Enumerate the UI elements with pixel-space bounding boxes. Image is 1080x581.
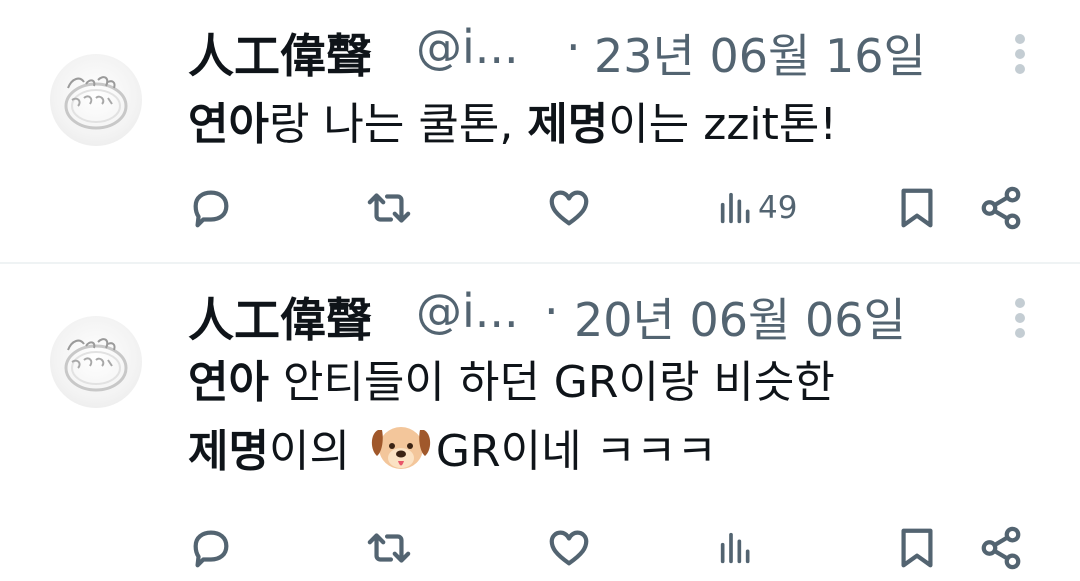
- text-segment: 랑 나는 쿨톤,: [268, 99, 528, 150]
- timestamp[interactable]: 20년 06월 06일: [574, 284, 906, 350]
- reply-button[interactable]: [188, 178, 234, 238]
- handle[interactable]: @i...: [416, 284, 519, 338]
- reply-icon: [193, 530, 229, 568]
- ring-photo-icon: [64, 76, 128, 130]
- text-bold: 연아: [188, 357, 269, 408]
- display-name[interactable]: 人工偉聲: [188, 20, 372, 86]
- tweet-text: 연아 안티들이 하던 GR이랑 비슷한 제명이의 GR이네 ㅋㅋㅋ: [188, 350, 835, 485]
- ring-photo-icon: [64, 338, 128, 392]
- separator-dot: ·: [566, 20, 581, 74]
- like-button[interactable]: [546, 518, 592, 578]
- avatar[interactable]: [50, 316, 142, 408]
- retweet-icon: [367, 193, 411, 223]
- separator-dot: ·: [544, 284, 559, 338]
- text-line: 제명이의 GR이네 ㅋㅋㅋ: [188, 416, 835, 485]
- more-icon[interactable]: [1007, 32, 1033, 78]
- avatar[interactable]: [50, 54, 142, 146]
- bookmark-icon: [901, 188, 933, 228]
- views-icon: [720, 192, 750, 224]
- retweet-button[interactable]: [366, 518, 412, 578]
- reply-button[interactable]: [188, 518, 234, 578]
- share-button[interactable]: [978, 178, 1024, 238]
- text-segment: 안티들이 하던 GR이랑 비슷한: [268, 357, 835, 408]
- views-icon: [720, 532, 750, 564]
- share-icon: [981, 526, 1021, 570]
- tweet[interactable]: 人工偉聲 @i... · 23년 06월 16일 연아랑 나는 쿨톤, 제명이는…: [0, 0, 1080, 262]
- timestamp[interactable]: 23년 06월 16일: [594, 20, 926, 86]
- handle[interactable]: @i...: [416, 20, 519, 74]
- action-bar: 49: [0, 178, 1080, 238]
- text-segment: 이의: [268, 426, 364, 477]
- views-button[interactable]: [716, 518, 756, 578]
- bookmark-icon: [901, 528, 933, 568]
- text-bold: 제명: [188, 426, 269, 477]
- tweet[interactable]: 人工偉聲 @i... · 20년 06월 06일 연아 안티들이 하던 GR이랑…: [0, 264, 1080, 581]
- text-segment: GR이네 ㅋㅋㅋ: [435, 426, 717, 477]
- retweet-icon: [367, 533, 411, 563]
- like-icon: [549, 190, 589, 226]
- tweet-header: 人工偉聲 @i... · 20년 06월 06일: [188, 284, 988, 354]
- more-icon[interactable]: [1007, 296, 1033, 342]
- text-bold: 제명: [527, 99, 609, 150]
- bookmark-button[interactable]: [894, 518, 940, 578]
- like-icon: [549, 530, 589, 566]
- tweet-header: 人工偉聲 @i... · 23년 06월 16일: [188, 20, 988, 90]
- dog-face-emoji: [371, 427, 431, 469]
- text-line: 연아 안티들이 하던 GR이랑 비슷한: [188, 350, 835, 416]
- retweet-button[interactable]: [366, 178, 412, 238]
- bookmark-button[interactable]: [894, 178, 940, 238]
- action-bar: [0, 518, 1080, 578]
- text-segment: 이는 zzit톤!: [608, 99, 838, 150]
- display-name[interactable]: 人工偉聲: [188, 284, 372, 350]
- share-button[interactable]: [978, 518, 1024, 578]
- views-count: 49: [758, 190, 798, 226]
- tweet-text: 연아랑 나는 쿨톤, 제명이는 zzit톤!: [188, 92, 837, 158]
- like-button[interactable]: [546, 178, 592, 238]
- share-icon: [981, 186, 1021, 230]
- text-bold: 연아: [188, 99, 269, 150]
- views-button[interactable]: 49: [716, 178, 797, 238]
- reply-icon: [193, 190, 229, 228]
